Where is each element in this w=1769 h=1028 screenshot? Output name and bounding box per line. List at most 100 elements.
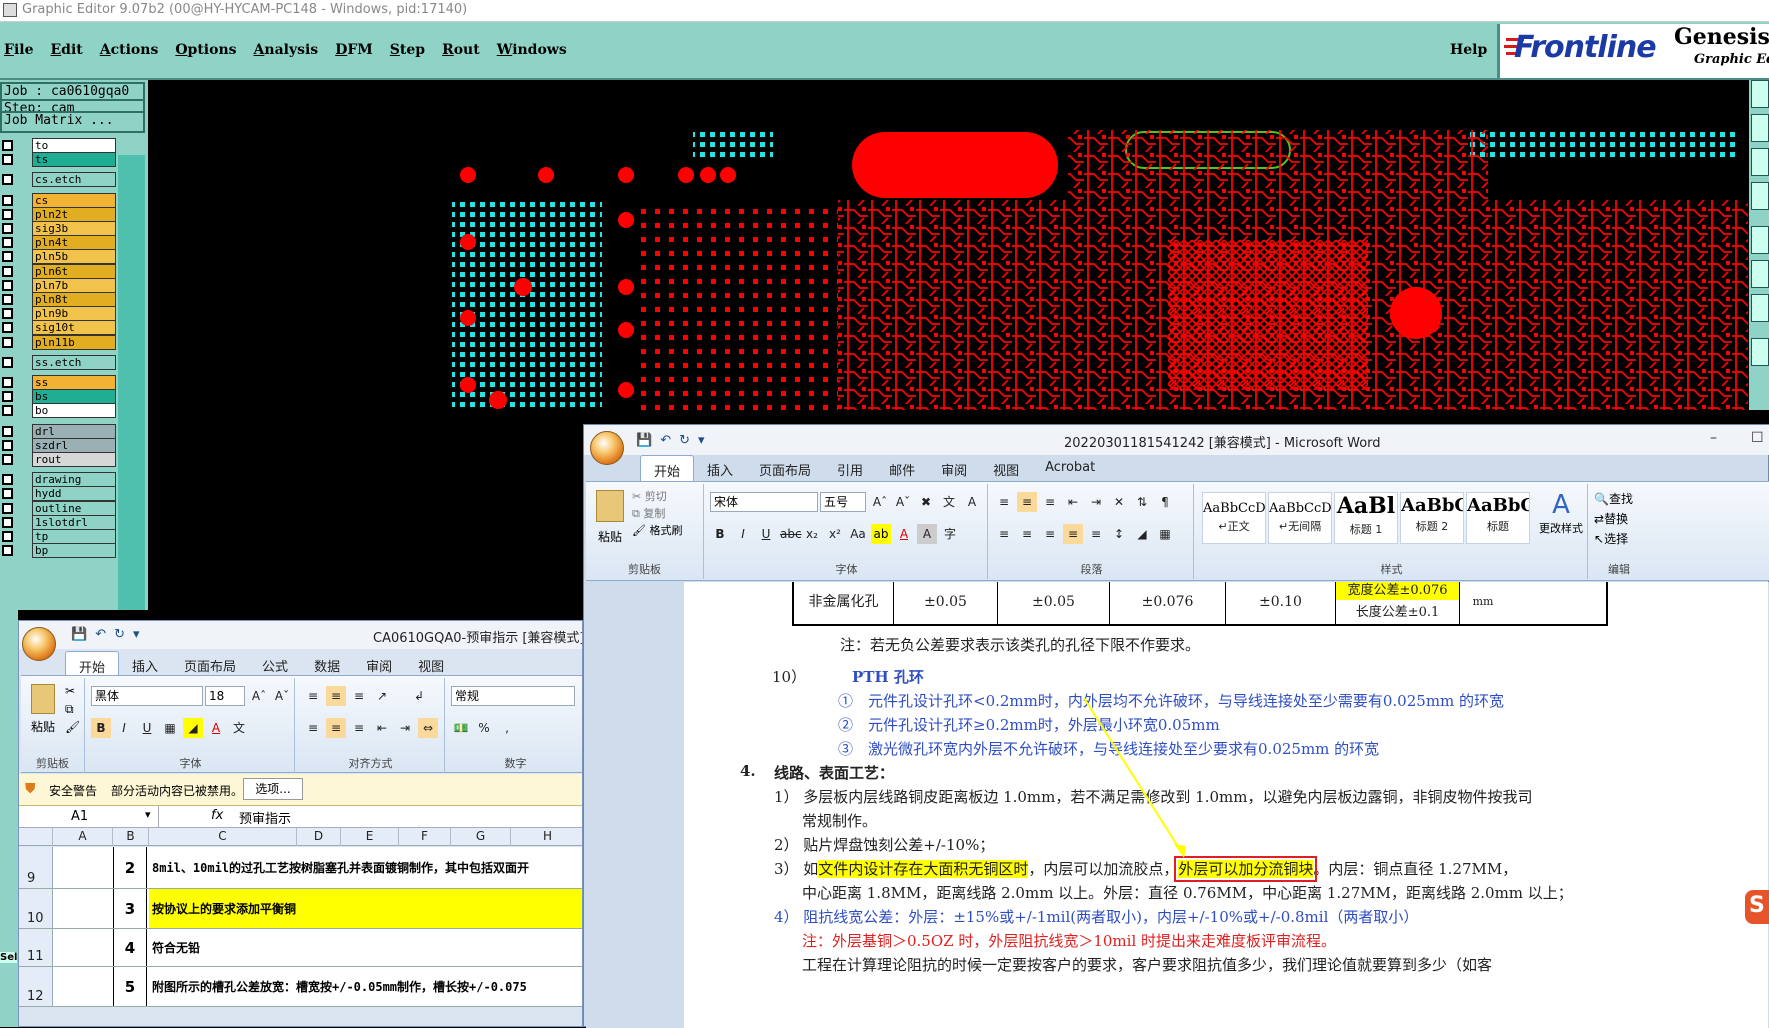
paste-button[interactable]: 粘贴 <box>31 718 55 735</box>
tab-mailings[interactable]: 邮件 <box>876 455 928 481</box>
layer-name[interactable]: ts <box>32 152 116 168</box>
shrink-font-icon[interactable]: Aˇ <box>272 686 292 706</box>
layer-row-1slotdrl[interactable]: 1slotdrl <box>0 514 118 530</box>
layer-name[interactable]: pln4t <box>32 235 116 251</box>
copy-icon[interactable]: ⧉ <box>65 702 74 717</box>
column-header[interactable]: E <box>341 828 399 846</box>
layer-name[interactable]: hydd <box>32 486 116 502</box>
select-button[interactable]: ↖选择 <box>1594 530 1628 547</box>
font-size-combo[interactable]: 五号 <box>820 492 866 512</box>
layer-checkbox[interactable] <box>2 502 13 514</box>
tab-view[interactable]: 视图 <box>980 455 1032 481</box>
menu-analysis[interactable]: Analysis <box>254 42 319 58</box>
undo-icon[interactable]: ↶ <box>660 433 671 448</box>
increase-indent-icon[interactable]: ⇥ <box>1086 492 1106 512</box>
name-box[interactable]: A1 <box>23 806 159 827</box>
align-center-icon[interactable]: ≡ <box>326 718 346 738</box>
table-row[interactable]: 12 5 附图所示的槽孔公差放宽：槽宽按+/-0.05mm制作，槽长按+/-0.07… <box>19 967 582 1007</box>
layer-checkbox[interactable] <box>2 336 13 348</box>
change-case-icon[interactable]: Aa <box>848 524 868 544</box>
menu-help[interactable]: Help <box>1450 42 1487 58</box>
menu-step[interactable]: Step <box>390 42 425 58</box>
paste-icon[interactable] <box>31 684 55 714</box>
char-border-icon[interactable]: A <box>962 492 982 512</box>
layer-name[interactable]: outline <box>32 500 116 516</box>
layer-name[interactable]: sig3b <box>32 221 116 236</box>
layer-name[interactable]: cs <box>32 192 116 208</box>
layer-checkbox[interactable] <box>2 140 13 151</box>
layer-name[interactable]: to <box>32 138 116 153</box>
layer-row-hydd[interactable]: hydd <box>0 486 118 502</box>
show-marks-icon[interactable]: ¶ <box>1155 492 1175 512</box>
layer-name[interactable]: ss.etch <box>32 354 116 370</box>
layer-row-szdrl[interactable]: szdrl <box>0 437 118 453</box>
pan-tool-icon[interactable] <box>1751 114 1769 142</box>
redo-icon[interactable]: ↻ <box>114 627 125 642</box>
style-no-spacing[interactable]: AaBbCcDc ↵无间隔 <box>1268 492 1332 544</box>
cell-item-number[interactable]: 2 <box>113 847 147 888</box>
tab-formulas[interactable]: 公式 <box>249 651 301 677</box>
layer-row-cs-etch[interactable]: cs.etch <box>0 172 118 188</box>
layer-name[interactable]: bp <box>32 543 116 559</box>
layer-checkbox[interactable] <box>2 322 13 334</box>
underline-icon[interactable]: U <box>756 524 776 544</box>
numbering-icon[interactable]: ≡ <box>1017 492 1037 512</box>
style-heading-2[interactable]: AaBbC 标题 2 <box>1400 492 1464 544</box>
column-header[interactable]: A <box>53 828 113 846</box>
layer-name[interactable]: tp <box>32 529 116 544</box>
undo-icon[interactable]: ↶ <box>95 627 106 642</box>
cell-item-number[interactable]: 5 <box>113 967 147 1006</box>
tab-review[interactable]: 审阅 <box>928 455 980 481</box>
comma-format-icon[interactable]: , <box>497 718 517 738</box>
layer-row-outline[interactable]: outline <box>0 500 118 516</box>
display-tool-icon[interactable] <box>1751 226 1769 254</box>
layer-name[interactable]: szdrl <box>32 437 116 453</box>
borders-icon[interactable]: ▦ <box>160 718 180 738</box>
grow-font-icon[interactable]: Aˆ <box>249 686 269 706</box>
font-name-combo[interactable]: 黑体 <box>91 686 203 706</box>
italic-icon[interactable]: I <box>114 718 134 738</box>
tab-references[interactable]: 引用 <box>824 455 876 481</box>
layer-checkbox[interactable] <box>2 194 13 206</box>
menu-actions[interactable]: Actions <box>100 42 159 58</box>
grow-font-icon[interactable]: Aˆ <box>870 492 890 512</box>
layer-row-ss[interactable]: ss <box>0 375 118 390</box>
save-icon[interactable]: 💾 <box>636 433 652 448</box>
layer-row-pln5b[interactable]: pln5b <box>0 249 118 265</box>
style-heading-1[interactable]: AaBl 标题 1 <box>1334 492 1398 544</box>
align-bottom-icon[interactable]: ≡ <box>349 686 369 706</box>
layer-checkbox[interactable] <box>2 251 13 263</box>
layer-checkbox[interactable] <box>2 237 13 249</box>
layer-row-pln8t[interactable]: pln8t <box>0 292 118 307</box>
align-middle-icon[interactable]: ≡ <box>326 686 346 706</box>
layer-row-pln11b[interactable]: pln11b <box>0 334 118 350</box>
job-matrix-button[interactable]: Job Matrix ... <box>0 111 145 133</box>
table-row[interactable]: 9 2 8mil、10mil的过孔工艺按树脂塞孔并表面镀铜制作，其中包括双面开 <box>19 847 582 889</box>
align-left-icon[interactable]: ≡ <box>303 718 323 738</box>
layer-checkbox[interactable] <box>2 279 13 291</box>
layer-name[interactable]: ss <box>32 375 116 390</box>
layer-row-cs[interactable]: cs <box>0 192 118 208</box>
merge-center-icon[interactable]: ⇔ <box>418 718 438 738</box>
layer-checkbox[interactable] <box>2 208 13 220</box>
menu-edit[interactable]: Edit <box>51 42 83 58</box>
menu-dfm[interactable]: DFM <box>335 42 373 58</box>
layer-name[interactable]: cs.etch <box>32 172 116 188</box>
layer-row-pln2t[interactable]: pln2t <box>0 206 118 222</box>
layer-row-pln6t[interactable]: pln6t <box>0 263 118 279</box>
phonetic-icon[interactable]: 文 <box>939 492 959 512</box>
layer-checkbox[interactable] <box>2 391 13 403</box>
bold-icon[interactable]: B <box>710 524 730 544</box>
formula-input[interactable]: 预审指示 <box>239 808 291 827</box>
align-right-icon[interactable]: ≡ <box>349 718 369 738</box>
align-center-icon[interactable]: ≡ <box>1017 524 1037 544</box>
layer-checkbox[interactable] <box>2 405 13 417</box>
layer-checkbox[interactable] <box>2 356 13 368</box>
select-tool-icon[interactable] <box>1751 338 1769 366</box>
column-header[interactable]: C <box>149 828 297 846</box>
cell-item-number[interactable]: 4 <box>113 929 147 966</box>
enclose-char-icon[interactable]: 字 <box>940 524 960 544</box>
layer-row-ts[interactable]: ts <box>0 152 118 168</box>
percent-format-icon[interactable]: % <box>474 718 494 738</box>
column-header[interactable]: H <box>511 828 582 846</box>
